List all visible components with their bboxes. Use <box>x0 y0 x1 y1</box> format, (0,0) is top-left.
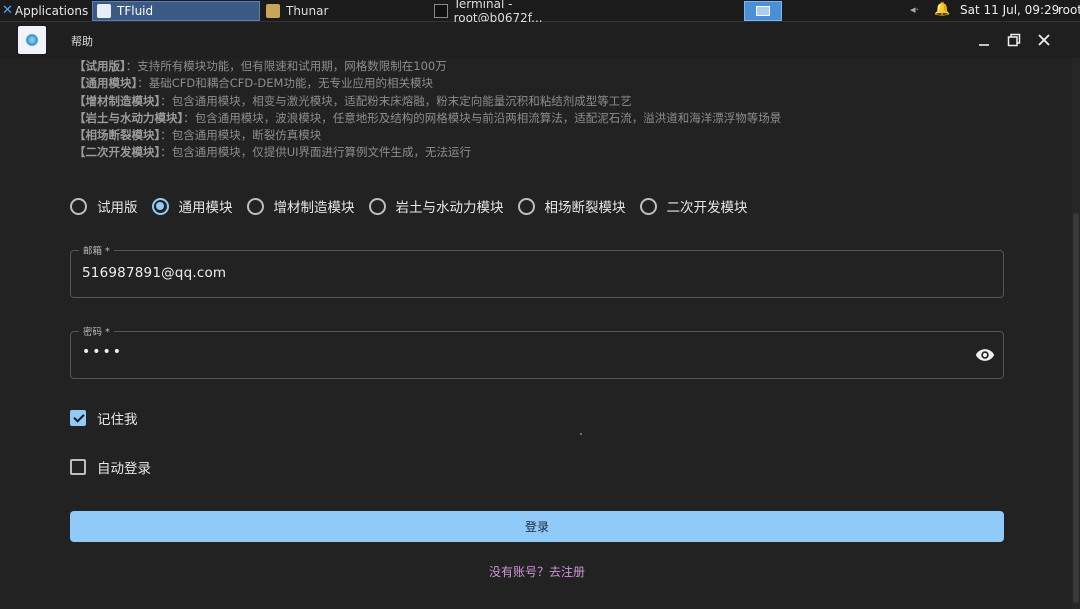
checkbox-icon <box>70 459 86 475</box>
radio-additive[interactable]: 增材制造模块 <box>246 196 355 216</box>
password-label: 密码 * <box>79 324 114 338</box>
radio-circle-icon <box>70 197 87 215</box>
radio-label: 相场断裂模块 <box>544 200 626 216</box>
volume-icon[interactable]: ◂· <box>910 3 919 16</box>
desc-text: ：包含通用模块，波浪模块，任意地形及结构的网格模块与前沿两相流算法，适配泥石流，… <box>183 110 782 125</box>
user-name[interactable]: root <box>1058 3 1080 17</box>
email-field[interactable]: 邮箱 * 516987891@qq.com <box>70 243 1004 298</box>
workspace-switcher[interactable] <box>744 1 782 21</box>
remember-me-checkbox[interactable]: 记住我 <box>70 408 138 428</box>
applications-menu[interactable]: ✕ Applications <box>0 0 90 22</box>
clock[interactable]: Sat 11 Jul, 09:29 <box>960 3 1059 17</box>
desc-line: 【通用模块】：基础CFD和耦合CFD-DEM功能，无专业应用的相关模块 <box>74 75 874 92</box>
desc-line: 【岩土与水动力模块】：包含通用模块，波浪模块，任意地形及结构的网格模块与前沿两相… <box>74 110 874 127</box>
scrollbar[interactable] <box>1072 58 1080 609</box>
email-label: 邮箱 * <box>79 243 114 257</box>
radio-circle-icon <box>517 197 535 215</box>
task-label: Thunar <box>286 4 329 18</box>
radio-label: 试用版 <box>97 200 138 216</box>
radio-circle-icon <box>639 197 657 215</box>
close-icon[interactable] <box>1032 28 1056 52</box>
app-logo <box>18 26 46 54</box>
minimize-icon[interactable] <box>972 28 996 52</box>
module-radio-group: 试用版 通用模块 增材制造模块 岩土与水动力模块 相场断裂模块 二次开发模块 <box>70 196 762 216</box>
email-input[interactable]: 516987891@qq.com <box>82 265 226 281</box>
taskbar: ✕ Applications TFluid Thunar Terminal - … <box>0 0 1080 25</box>
terminal-icon <box>434 4 448 18</box>
desc-line: 【试用版】：支持所有模块功能，但有限速和试用期，网格数限制在100万 <box>74 58 874 75</box>
checkbox-icon <box>70 410 86 426</box>
radio-devkit[interactable]: 二次开发模块 <box>639 196 748 216</box>
desc-name: 【试用版】 <box>74 59 126 73</box>
radio-general[interactable]: 通用模块 <box>151 196 233 216</box>
radio-phasefield[interactable]: 相场断裂模块 <box>517 196 626 216</box>
task-label: TFluid <box>117 4 154 18</box>
desc-name: 【二次开发模块】 <box>74 145 161 160</box>
window-titlebar: 帮助 <box>0 22 1080 58</box>
radio-label: 岩土与水动力模块 <box>395 200 504 216</box>
scrollbar-thumb[interactable] <box>1073 213 1079 603</box>
help-menu[interactable]: 帮助 <box>71 33 93 49</box>
login-button[interactable]: 登录 <box>70 511 1004 542</box>
radio-label: 通用模块 <box>178 200 233 216</box>
radio-trial[interactable]: 试用版 <box>70 196 138 216</box>
desc-name: 【通用模块】 <box>74 76 138 91</box>
stray-dot <box>580 433 582 435</box>
register-link[interactable]: 没有账号？去注册 <box>0 563 1074 580</box>
workspace-icon <box>756 6 770 16</box>
desc-text: ：包含通用模块，断裂仿真模块 <box>160 128 322 143</box>
radio-circle-icon <box>246 197 264 215</box>
module-descriptions: 【试用版】：支持所有模块功能，但有限速和试用期，网格数限制在100万 【通用模块… <box>74 58 874 162</box>
desc-line: 【相场断裂模块】：包含通用模块，断裂仿真模块 <box>74 127 874 144</box>
desc-name: 【增材制造模块】 <box>74 93 161 108</box>
task-terminal[interactable]: Terminal - root@b0672f... <box>430 0 600 25</box>
radio-label: 增材制造模块 <box>273 200 355 216</box>
desc-name: 【相场断裂模块】 <box>74 128 161 143</box>
tfluid-app-icon <box>97 4 111 18</box>
radio-circle-icon <box>368 197 386 215</box>
desc-text: ：包含通用模块，仅提供UI界面进行算例文件生成，无法运行 <box>160 145 472 160</box>
logo-icon <box>26 34 38 46</box>
radio-circle-icon <box>151 197 169 215</box>
password-input[interactable]: •••• <box>82 344 123 360</box>
eye-icon[interactable] <box>975 345 995 365</box>
desc-text: ：支持所有模块功能，但有限速和试用期，网格数限制在100万 <box>125 59 447 73</box>
xfce-logo-icon: ✕ <box>2 3 13 18</box>
auto-login-label: 自动登录 <box>97 461 151 477</box>
auto-login-checkbox[interactable]: 自动登录 <box>70 457 151 477</box>
task-tfluid[interactable]: TFluid <box>92 1 260 21</box>
restore-icon[interactable] <box>1002 28 1026 52</box>
desc-line: 【二次开发模块】：包含通用模块，仅提供UI界面进行算例文件生成，无法运行 <box>74 144 874 161</box>
radio-label: 二次开发模块 <box>666 200 748 216</box>
bell-icon[interactable]: 🔔 <box>934 2 950 17</box>
desc-name: 【岩土与水动力模块】 <box>74 110 184 125</box>
applications-label: Applications <box>14 3 89 18</box>
password-field[interactable]: 密码 * •••• <box>70 324 1004 379</box>
task-thunar[interactable]: Thunar <box>262 1 428 21</box>
radio-geotech[interactable]: 岩土与水动力模块 <box>368 196 504 216</box>
desc-text: ：基础CFD和耦合CFD-DEM功能，无专业应用的相关模块 <box>137 76 433 91</box>
desc-line: 【增材制造模块】：包含通用模块，相变与激光模块，适配粉末床熔融，粉末定向能量沉积… <box>74 93 874 110</box>
remember-me-label: 记住我 <box>97 412 138 428</box>
folder-icon <box>266 4 280 18</box>
desc-text: ：包含通用模块，相变与激光模块，适配粉末床熔融，粉末定向能量沉积和粘结剂成型等工… <box>160 93 632 108</box>
